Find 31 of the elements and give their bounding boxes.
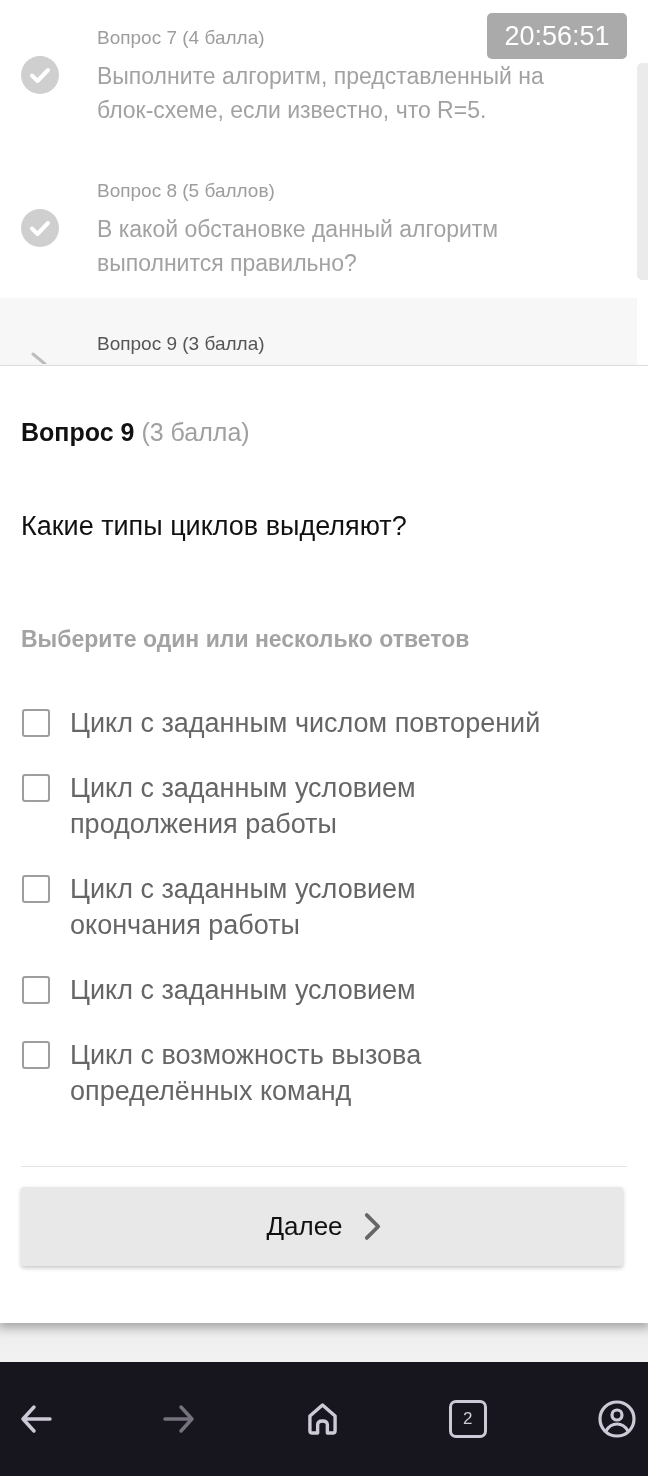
home-icon: [306, 1402, 338, 1436]
checkbox[interactable]: [22, 774, 50, 802]
chevron-right-icon: [362, 1212, 382, 1241]
next-button[interactable]: Далее: [21, 1187, 623, 1266]
question-list-item[interactable]: Вопрос 9 (3 балла): [0, 298, 637, 365]
checkbox[interactable]: [22, 976, 50, 1004]
option-label: Цикл с заданным числом повторений: [70, 707, 541, 740]
option-label: Цикл с заданным условием продолжения работы: [70, 772, 417, 841]
profile-button[interactable]: [598, 1400, 636, 1438]
checkbox[interactable]: [22, 875, 50, 903]
instruction-text: Выберите один или несколько ответов: [21, 625, 470, 654]
question-title: Вопрос 9: [21, 417, 135, 448]
option-label: Цикл с заданным условием: [70, 974, 416, 1007]
question-text: Какие типы циклов выделяют?: [21, 510, 407, 543]
question-label: Вопрос 9 (3 балла): [97, 332, 265, 356]
option-label: Цикл с заданным условием окончания работы: [70, 873, 417, 942]
user-circle-icon: [598, 1400, 636, 1438]
checkbox[interactable]: [22, 709, 50, 737]
question-summary: В какой обстановке данный алгоритм выполнится правильно?: [97, 215, 500, 278]
back-button[interactable]: [20, 1404, 52, 1434]
checkbox[interactable]: [22, 1041, 50, 1069]
question-points: (3 балла): [141, 417, 250, 448]
timer: 20:56:51: [487, 13, 627, 59]
question-label: Вопрос 7 (4 балла): [97, 26, 265, 50]
tabs-button[interactable]: 2: [448, 1400, 487, 1438]
option-label: Цикл с возможность вызова определённых команд: [70, 1039, 423, 1108]
back-arrow-icon: [20, 1404, 52, 1434]
home-button[interactable]: [306, 1402, 338, 1436]
question-label: Вопрос 8 (5 баллов): [97, 179, 275, 203]
question-summary: Выполните алгоритм, представленный на блок-схеме, если известно, что R=5.: [97, 62, 545, 125]
forward-arrow-icon: [163, 1404, 196, 1434]
